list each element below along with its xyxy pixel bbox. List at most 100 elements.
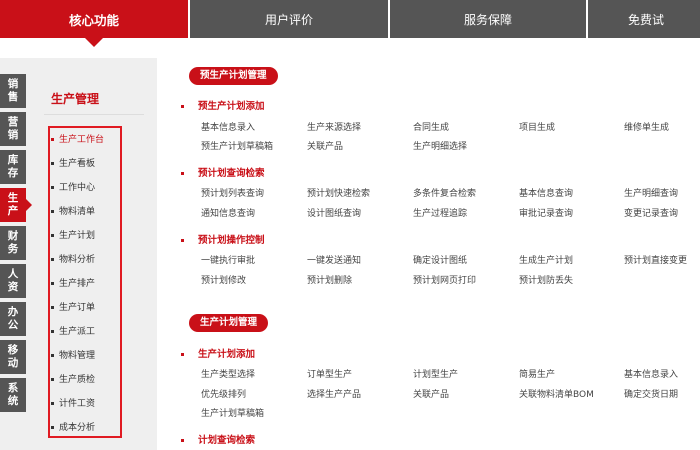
submenu-item-piece-wage[interactable]: 计件工资 <box>51 396 95 409</box>
tab-free-trial[interactable]: 免费试 <box>588 0 700 38</box>
tab-free-trial-label: 免费试 <box>628 12 665 27</box>
module-tab-hr[interactable]: 人资 <box>0 264 26 298</box>
feature-link[interactable]: 基本信息查询 <box>519 186 573 199</box>
module-tab-sales[interactable]: 销售 <box>0 74 26 108</box>
feature-link[interactable]: 生产来源选择 <box>307 120 361 133</box>
tab-service-guarantee[interactable]: 服务保障 <box>390 0 588 38</box>
module-tab-marketing[interactable]: 营销 <box>0 112 26 146</box>
bullet-icon <box>51 162 54 165</box>
feature-link[interactable]: 维修单生成 <box>624 120 669 133</box>
feature-link[interactable]: 确定设计图纸 <box>413 253 467 266</box>
bullet-icon <box>51 210 54 213</box>
feature-link[interactable]: 关联产品 <box>307 139 343 152</box>
feature-link[interactable]: 预计划列表查询 <box>201 186 264 199</box>
submenu-item-label: 生产质检 <box>59 375 96 385</box>
submenu-item-dispatch[interactable]: 生产派工 <box>51 324 95 337</box>
feature-link[interactable]: 生产过程追踪 <box>413 206 467 219</box>
production-submenu: 生产管理 生产工作台 生产看板 工作中心 物料清单 生产计划 物料分析 生产排产… <box>36 70 147 450</box>
submenu-item-scheduling[interactable]: 生产排产 <box>51 276 95 289</box>
submenu-item-work-center[interactable]: 工作中心 <box>51 180 95 193</box>
feature-link[interactable]: 一键执行审批 <box>201 253 255 266</box>
feature-link[interactable]: 预计划防丢失 <box>519 273 573 286</box>
bullet-icon <box>51 402 54 405</box>
tab-user-reviews[interactable]: 用户评价 <box>190 0 390 38</box>
feature-link[interactable]: 多条件复合检索 <box>413 186 476 199</box>
submenu-item-label: 生产派工 <box>59 327 96 337</box>
group-heading-label: 生产计划添加 <box>198 349 256 360</box>
feature-link[interactable]: 确定交货日期 <box>624 387 678 400</box>
bullet-icon <box>51 234 54 237</box>
feature-link[interactable]: 合同生成 <box>413 120 449 133</box>
group-heading: 生产计划添加 <box>181 346 255 360</box>
square-bullet-icon <box>181 105 184 108</box>
module-tab-office[interactable]: 办公 <box>0 302 26 336</box>
feature-link[interactable]: 生成生产计划 <box>519 253 573 266</box>
section-title-pre-production: 预生产计划管理 <box>189 67 278 85</box>
group-heading-label: 预计划操作控制 <box>198 235 265 246</box>
submenu-item-label: 生产排产 <box>59 279 96 289</box>
square-bullet-icon <box>181 439 184 442</box>
feature-link[interactable]: 审批记录查询 <box>519 206 573 219</box>
feature-link[interactable]: 预计划直接变更 <box>624 253 687 266</box>
group-heading: 预计划查询检索 <box>181 165 265 179</box>
feature-link[interactable]: 预计划修改 <box>201 273 246 286</box>
submenu-item-label: 计件工资 <box>59 399 96 409</box>
submenu-divider <box>44 114 144 115</box>
feature-link[interactable]: 关联物料清单BOM <box>519 387 594 400</box>
feature-link[interactable]: 生产计划草稿箱 <box>201 406 264 419</box>
module-tabs: 销售 营销 库存 生产 财务 人资 办公 移动 系统 <box>0 74 32 416</box>
module-tab-finance[interactable]: 财务 <box>0 226 26 260</box>
submenu-item-material-analysis[interactable]: 物料分析 <box>51 252 95 265</box>
submenu-item-workbench[interactable]: 生产工作台 <box>51 132 104 145</box>
submenu-item-bom[interactable]: 物料清单 <box>51 204 95 217</box>
feature-link[interactable]: 设计图纸查询 <box>307 206 361 219</box>
feature-link[interactable]: 通知信息查询 <box>201 206 255 219</box>
submenu-item-label: 生产订单 <box>59 303 96 313</box>
group-heading: 预生产计划添加 <box>181 98 265 112</box>
group-heading-label: 计划查询检索 <box>198 435 256 446</box>
feature-link[interactable]: 计划型生产 <box>413 367 458 380</box>
bullet-icon <box>51 378 54 381</box>
section-title-production-plan: 生产计划管理 <box>189 314 269 332</box>
feature-link[interactable]: 生产明细选择 <box>413 139 467 152</box>
group-heading-label: 预计划查询检索 <box>198 168 265 179</box>
submenu-item-cost-analysis[interactable]: 成本分析 <box>51 420 95 433</box>
submenu-item-material-management[interactable]: 物料管理 <box>51 348 95 361</box>
feature-link[interactable]: 关联产品 <box>413 387 449 400</box>
submenu-item-quality-check[interactable]: 生产质检 <box>51 372 95 385</box>
bullet-icon <box>51 306 54 309</box>
submenu-item-production-order[interactable]: 生产订单 <box>51 300 95 313</box>
feature-link[interactable]: 预计划快速检索 <box>307 186 370 199</box>
group-heading: 计划查询检索 <box>181 432 255 446</box>
bullet-icon <box>51 138 54 141</box>
submenu-item-kanban[interactable]: 生产看板 <box>51 156 95 169</box>
module-tab-mobile[interactable]: 移动 <box>0 340 26 374</box>
bullet-icon <box>51 282 54 285</box>
feature-link[interactable]: 预生产计划草稿箱 <box>201 139 273 152</box>
feature-link[interactable]: 预计划删除 <box>307 273 352 286</box>
submenu-item-label: 成本分析 <box>59 423 96 433</box>
feature-link[interactable]: 项目生成 <box>519 120 555 133</box>
module-tab-production[interactable]: 生产 <box>0 188 32 222</box>
tab-core-features[interactable]: 核心功能 <box>0 0 190 47</box>
bullet-icon <box>51 426 54 429</box>
feature-link[interactable]: 选择生产产品 <box>307 387 361 400</box>
feature-link[interactable]: 生产类型选择 <box>201 367 255 380</box>
feature-link[interactable]: 简易生产 <box>519 367 555 380</box>
feature-link[interactable]: 订单型生产 <box>307 367 352 380</box>
feature-link[interactable]: 优先级排列 <box>201 387 246 400</box>
feature-link[interactable]: 生产明细查询 <box>624 186 678 199</box>
submenu-title: 生产管理 <box>51 92 100 106</box>
bullet-icon <box>51 330 54 333</box>
submenu-item-label: 生产工作台 <box>59 135 105 145</box>
feature-link[interactable]: 基本信息录入 <box>624 367 678 380</box>
feature-link[interactable]: 预计划网页打印 <box>413 273 476 286</box>
module-tab-system[interactable]: 系统 <box>0 378 26 412</box>
feature-link[interactable]: 变更记录查询 <box>624 206 678 219</box>
feature-link[interactable]: 基本信息录入 <box>201 120 255 133</box>
module-tab-inventory[interactable]: 库存 <box>0 150 26 184</box>
submenu-item-label: 物料分析 <box>59 255 96 265</box>
submenu-item-label: 物料清单 <box>59 207 96 217</box>
submenu-item-production-plan[interactable]: 生产计划 <box>51 228 95 241</box>
feature-link[interactable]: 一键发送通知 <box>307 253 361 266</box>
